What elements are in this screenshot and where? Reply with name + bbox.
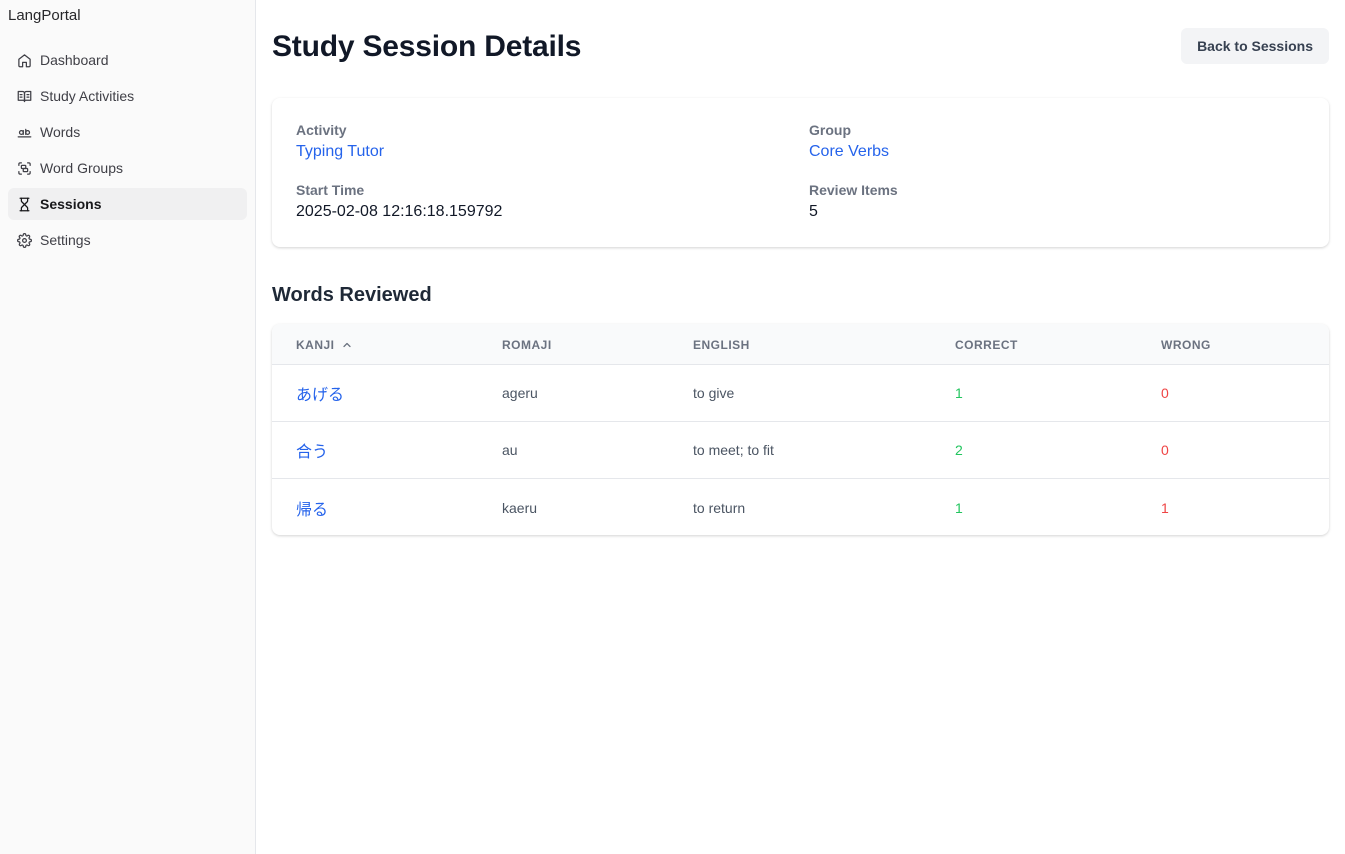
sidebar-nav: Dashboard Study Activities Words Word Gr… (8, 44, 247, 260)
column-header-kanji[interactable]: KANJI (296, 338, 353, 352)
romaji-cell: ageru (502, 385, 538, 401)
table-row: 合う au to meet; to fit 2 0 (272, 422, 1329, 479)
group-scan-icon (18, 161, 31, 175)
book-open-icon (17, 90, 32, 102)
column-header-label: KANJI (296, 338, 335, 352)
table-row: 帰る kaeru to return 1 1 (272, 479, 1329, 535)
words-reviewed-table: KANJI ROMAJI ENGLISH CORRECT WRONG あげる a… (272, 324, 1329, 535)
column-header-wrong[interactable]: WRONG (1161, 338, 1211, 352)
kanji-link[interactable]: 合う (296, 438, 328, 462)
sidebar: LangPortal Dashboard Study Activities Wo… (0, 0, 256, 854)
sidebar-item-label: Settings (40, 232, 91, 248)
sidebar-item-label: Dashboard (40, 52, 109, 68)
activity-field: Activity Typing Tutor (296, 122, 384, 161)
kanji-link[interactable]: 帰る (296, 496, 328, 520)
page-title: Study Session Details (272, 30, 582, 63)
start-time-label: Start Time (296, 182, 365, 198)
review-items-value: 5 (809, 203, 818, 220)
correct-count: 1 (955, 499, 963, 516)
whole-word-icon (17, 128, 32, 137)
sidebar-item-study-activities[interactable]: Study Activities (8, 80, 247, 112)
sidebar-item-label: Sessions (40, 196, 102, 212)
english-cell: to meet; to fit (693, 442, 774, 458)
back-to-sessions-button[interactable]: Back to Sessions (1181, 28, 1329, 64)
english-cell: to give (693, 385, 735, 401)
group-label: Group (809, 122, 851, 138)
home-icon (18, 53, 31, 67)
column-header-english[interactable]: ENGLISH (693, 338, 750, 352)
sidebar-item-words[interactable]: Words (8, 116, 247, 148)
hourglass-icon (19, 197, 30, 211)
romaji-cell: au (502, 442, 518, 458)
wrong-count: 0 (1161, 385, 1169, 401)
group-field: Group Core Verbs (809, 122, 889, 161)
chevron-up-icon (342, 342, 351, 348)
activity-label: Activity (296, 122, 347, 138)
correct-count: 1 (955, 385, 963, 401)
table-header: KANJI ROMAJI ENGLISH CORRECT WRONG (272, 324, 1329, 365)
english-cell: to return (693, 499, 746, 516)
sidebar-item-settings[interactable]: Settings (8, 224, 247, 256)
sidebar-item-word-groups[interactable]: Word Groups (8, 152, 247, 184)
sidebar-item-label: Words (40, 124, 81, 140)
wrong-count: 1 (1161, 499, 1169, 516)
start-time-field: Start Time 2025-02-08 12:16:18.159792 (296, 182, 502, 221)
review-items-field: Review Items 5 (809, 182, 898, 221)
sidebar-item-label: Study Activities (40, 88, 135, 104)
wrong-count: 0 (1161, 442, 1169, 458)
start-time-value: 2025-02-08 12:16:18.159792 (296, 203, 503, 220)
column-header-correct[interactable]: CORRECT (955, 338, 1018, 352)
session-details-card: Activity Typing Tutor Group Core Verbs S… (272, 98, 1329, 247)
correct-count: 2 (955, 442, 963, 458)
group-link[interactable]: Core Verbs (809, 143, 889, 161)
sidebar-item-dashboard[interactable]: Dashboard (8, 44, 247, 76)
table-row: あげる ageru to give 1 0 (272, 365, 1329, 422)
activity-link[interactable]: Typing Tutor (296, 143, 384, 161)
sidebar-item-label: Word Groups (40, 160, 123, 176)
kanji-link[interactable]: あげる (296, 381, 344, 405)
sidebar-item-sessions[interactable]: Sessions (8, 188, 247, 220)
column-header-romaji[interactable]: ROMAJI (502, 338, 552, 352)
words-reviewed-title: Words Reviewed (272, 284, 432, 306)
romaji-cell: kaeru (502, 499, 538, 516)
app-brand[interactable]: LangPortal (8, 7, 81, 24)
review-items-label: Review Items (809, 182, 898, 198)
gear-icon (17, 232, 32, 248)
